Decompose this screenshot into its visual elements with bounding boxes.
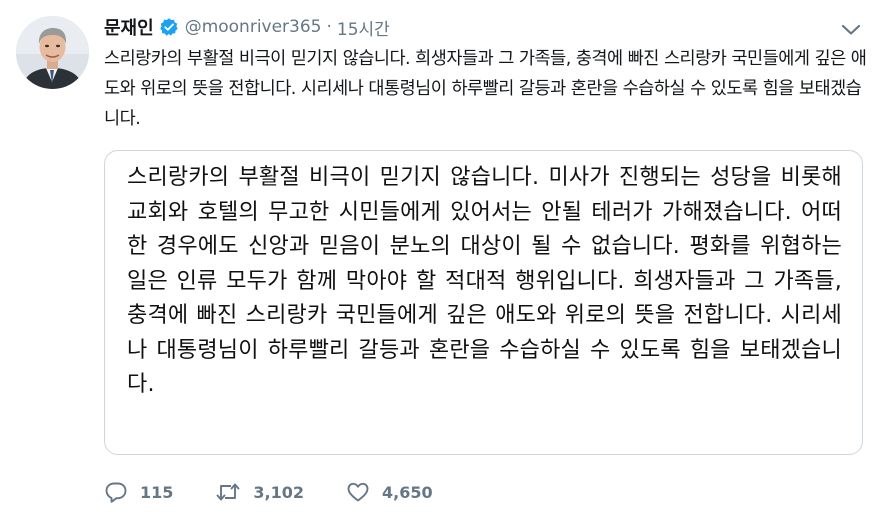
- author-name[interactable]: 문재인: [104, 14, 154, 40]
- verified-badge-icon: [159, 17, 179, 37]
- retweet-button[interactable]: 3,102: [215, 480, 304, 504]
- like-count: 4,650: [382, 482, 433, 502]
- reply-button[interactable]: 115: [104, 480, 173, 504]
- tweet-header: 문재인 @moonriver365 · 15시간: [104, 14, 390, 40]
- like-button[interactable]: 4,650: [346, 480, 433, 504]
- image-statement-text: 스리랑카의 부활절 비극이 믿기지 않습니다. 미사가 진행되는 성당을 비롯해…: [127, 165, 842, 397]
- heart-icon: [347, 482, 369, 502]
- tweet-timestamp[interactable]: 15시간: [337, 15, 390, 40]
- author-handle[interactable]: @moonriver365: [185, 17, 322, 37]
- retweet-count: 3,102: [253, 482, 305, 502]
- reply-icon: [105, 482, 127, 503]
- retweet-icon: [216, 483, 240, 501]
- chevron-down-icon[interactable]: [840, 22, 862, 36]
- tweet-actions: 115 3,102 4,650: [104, 478, 475, 506]
- author-avatar[interactable]: [16, 16, 89, 89]
- avatar-photo: [16, 16, 89, 89]
- header-separator: ·: [326, 17, 332, 37]
- tweet-image-card[interactable]: 스리랑카의 부활절 비극이 믿기지 않습니다. 미사가 진행되는 성당을 비롯해…: [104, 150, 863, 455]
- tweet-text: 스리랑카의 부활절 비극이 믿기지 않습니다. 희생자들과 그 가족들, 충격에…: [104, 49, 867, 129]
- reply-count: 115: [140, 482, 174, 502]
